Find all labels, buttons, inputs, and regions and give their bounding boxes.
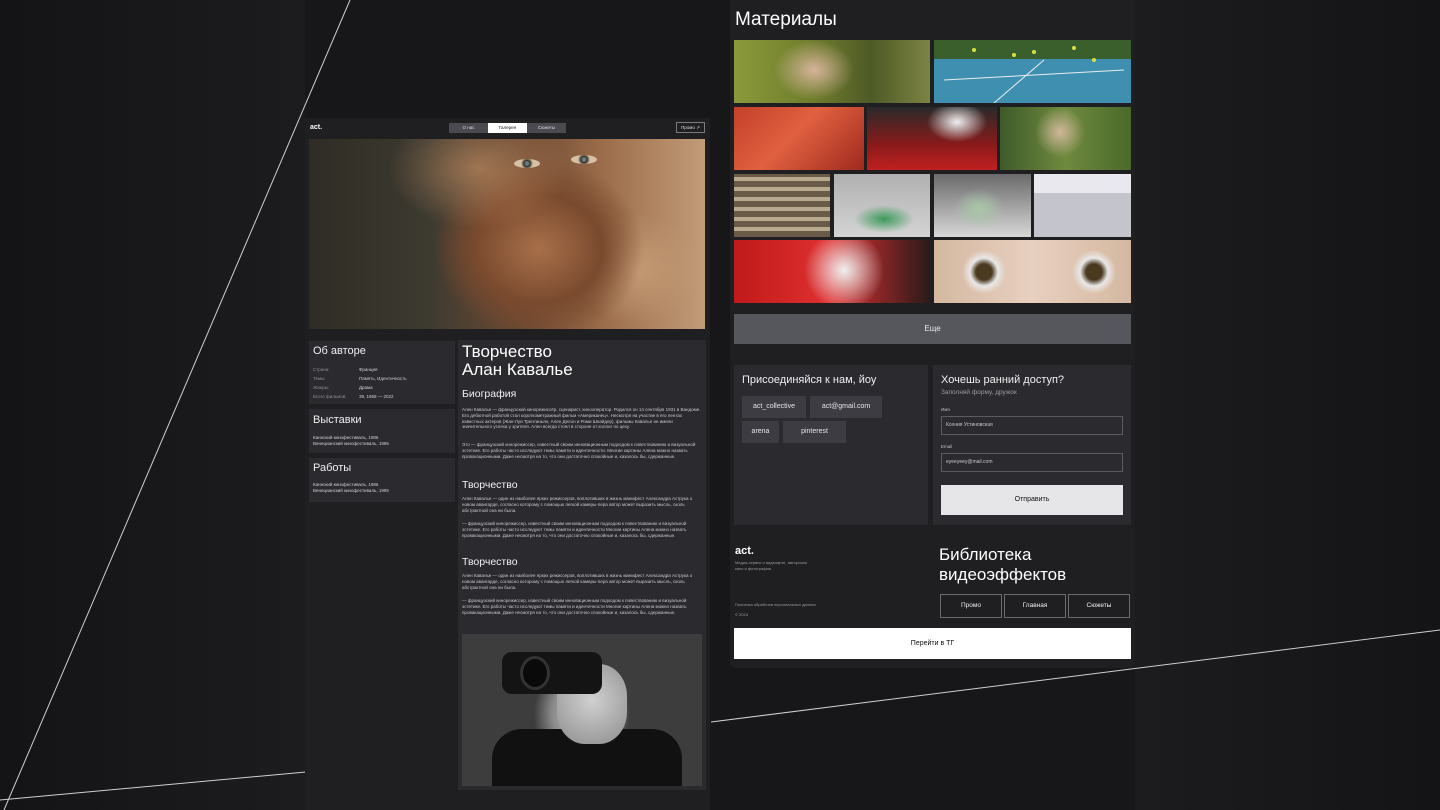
chip-telegram[interactable]: act_collective: [742, 396, 806, 418]
gallery-image[interactable]: [734, 174, 830, 237]
background-left-shade: [0, 0, 305, 810]
footer-nav-promo[interactable]: Промо: [940, 594, 1002, 618]
gallery-page-mockup: act. О нас Галерея Сюжеты Промо ↗ Об авт…: [305, 118, 710, 810]
works-title: Работы: [313, 462, 352, 474]
more-button[interactable]: Еще: [734, 314, 1131, 344]
copyright: © 2024: [735, 612, 748, 617]
about-author-card: Об авторе Страна: Франция Темы: Память, Ид…: [309, 341, 455, 404]
about-title: Об авторе: [313, 345, 366, 357]
name-field[interactable]: Ксения Устиновская: [941, 416, 1123, 435]
gallery-image[interactable]: [734, 107, 864, 170]
gallery-image[interactable]: [1034, 174, 1131, 237]
privacy-policy-link[interactable]: Политика обработки персональных данных: [735, 602, 816, 607]
creation-section-title: Творчество: [462, 479, 518, 491]
biography-title: Биография: [462, 388, 517, 400]
work-item: Венецианский кинофестиваль, 1995: [313, 488, 389, 493]
materials-title: Материалы: [735, 9, 837, 30]
creation-paragraph: — французский кинорежиссер, известный св…: [462, 521, 687, 538]
about-row: Всего фильмов: 39, 1958 — 2022: [313, 394, 394, 399]
submit-button[interactable]: Отправить: [941, 485, 1123, 515]
email-field[interactable]: eyeeyeey@mail.com: [941, 453, 1123, 472]
camera-lens-icon: [520, 656, 550, 690]
about-row: Жанры: Драма: [313, 385, 373, 390]
gallery-image[interactable]: [1000, 107, 1131, 170]
promo-button[interactable]: Промо ↗: [676, 122, 705, 133]
camera-icon: [502, 652, 602, 694]
form-subtitle: Заполняй форму, дружок: [941, 389, 1017, 396]
exhibition-item: Венецианский кинофестиваль, 1995: [313, 441, 389, 446]
name-label: Имя: [941, 407, 950, 412]
tab-gallery[interactable]: Галерея: [488, 123, 527, 133]
creation-paragraph: Ален Кавалье — один из наиболее ярких ре…: [462, 573, 693, 590]
telegram-button[interactable]: Перейти в ТГ: [734, 628, 1131, 659]
row-label: Всего фильмов:: [313, 394, 347, 399]
chip-arena[interactable]: arena: [742, 421, 779, 443]
portrait-eye: [514, 159, 540, 168]
footer-logo[interactable]: act.: [735, 545, 754, 557]
creation-paragraph: Ален Кавалье — один из наиболее ярких ре…: [462, 496, 693, 513]
materials-page-mockup: Материалы Еще Присоединяйся к нам, йоу a…: [730, 0, 1135, 668]
gallery-image[interactable]: [934, 40, 1131, 103]
join-title: Присоединяйся к нам, йоу: [742, 374, 877, 386]
works-card: Работы Каннский кинофестиваль, 1986 Вене…: [309, 458, 455, 502]
chip-email[interactable]: act@gmail.com: [810, 396, 882, 418]
about-row: Страна: Франция: [313, 367, 377, 372]
chip-pinterest[interactable]: pinterest: [783, 421, 846, 443]
join-card: Присоединяйся к нам, йоу act_collective …: [734, 365, 928, 525]
row-value: 39, 1958 — 2022: [359, 394, 394, 399]
creation-heading-line: Алан Кавалье: [462, 360, 573, 379]
row-value: Франция: [359, 367, 378, 372]
email-label: Email: [941, 444, 953, 449]
top-nav: act. О нас Галерея Сюжеты Промо ↗: [305, 118, 710, 138]
exhibitions-card: Выставки Каннский кинофестиваль, 1986 Ве…: [309, 409, 455, 453]
row-value: Драма: [359, 385, 373, 390]
biography-paragraph: Это — французский кинорежиссер, известны…: [462, 442, 696, 459]
gallery-image[interactable]: [934, 240, 1131, 303]
tab-switcher: О нас Галерея Сюжеты: [449, 123, 566, 133]
footer-description: Медиа-сервис о видеоарте, авторском кино…: [735, 560, 807, 571]
biography-paragraph: Ален Кавалье — французский кинорежиссёр,…: [462, 407, 701, 430]
form-title: Хочешь ранний доступ?: [941, 374, 1065, 386]
row-label: Страна:: [313, 367, 330, 372]
footer-nav-stories[interactable]: Сюжеты: [1068, 594, 1130, 618]
early-access-form: Хочешь ранний доступ? Заполняй форму, др…: [933, 365, 1131, 525]
creation-paragraph: — французский кинорежиссер, известный св…: [462, 598, 687, 615]
library-title: Библиотека видеоэффектов: [939, 545, 1067, 584]
tab-stories[interactable]: Сюжеты: [527, 123, 566, 133]
logo[interactable]: act.: [310, 124, 322, 131]
exhibitions-title: Выставки: [313, 414, 362, 426]
row-label: Жанры:: [313, 385, 330, 390]
tennis-court-lines: [943, 46, 1125, 103]
creation-heading: Творчество Алан Кавалье: [462, 343, 573, 379]
creation-section-title: Творчество: [462, 556, 518, 568]
gallery-image[interactable]: [834, 174, 930, 237]
row-value: Память, Идентичность: [359, 376, 407, 381]
hero-portrait-image: [309, 139, 705, 329]
director-with-camera-photo: [462, 634, 702, 786]
background-right-shade: [1135, 0, 1440, 810]
gallery-image[interactable]: [734, 240, 930, 303]
tab-about[interactable]: О нас: [449, 123, 488, 133]
footer-nav-home[interactable]: Главная: [1004, 594, 1066, 618]
about-row: Темы: Память, Идентичность: [313, 376, 407, 381]
row-label: Темы:: [313, 376, 326, 381]
creation-heading-line: Творчество: [462, 342, 552, 361]
portrait-eye: [571, 155, 597, 164]
gallery-image[interactable]: [867, 107, 997, 170]
gallery-image[interactable]: [734, 40, 930, 103]
gallery-image[interactable]: [934, 174, 1031, 237]
